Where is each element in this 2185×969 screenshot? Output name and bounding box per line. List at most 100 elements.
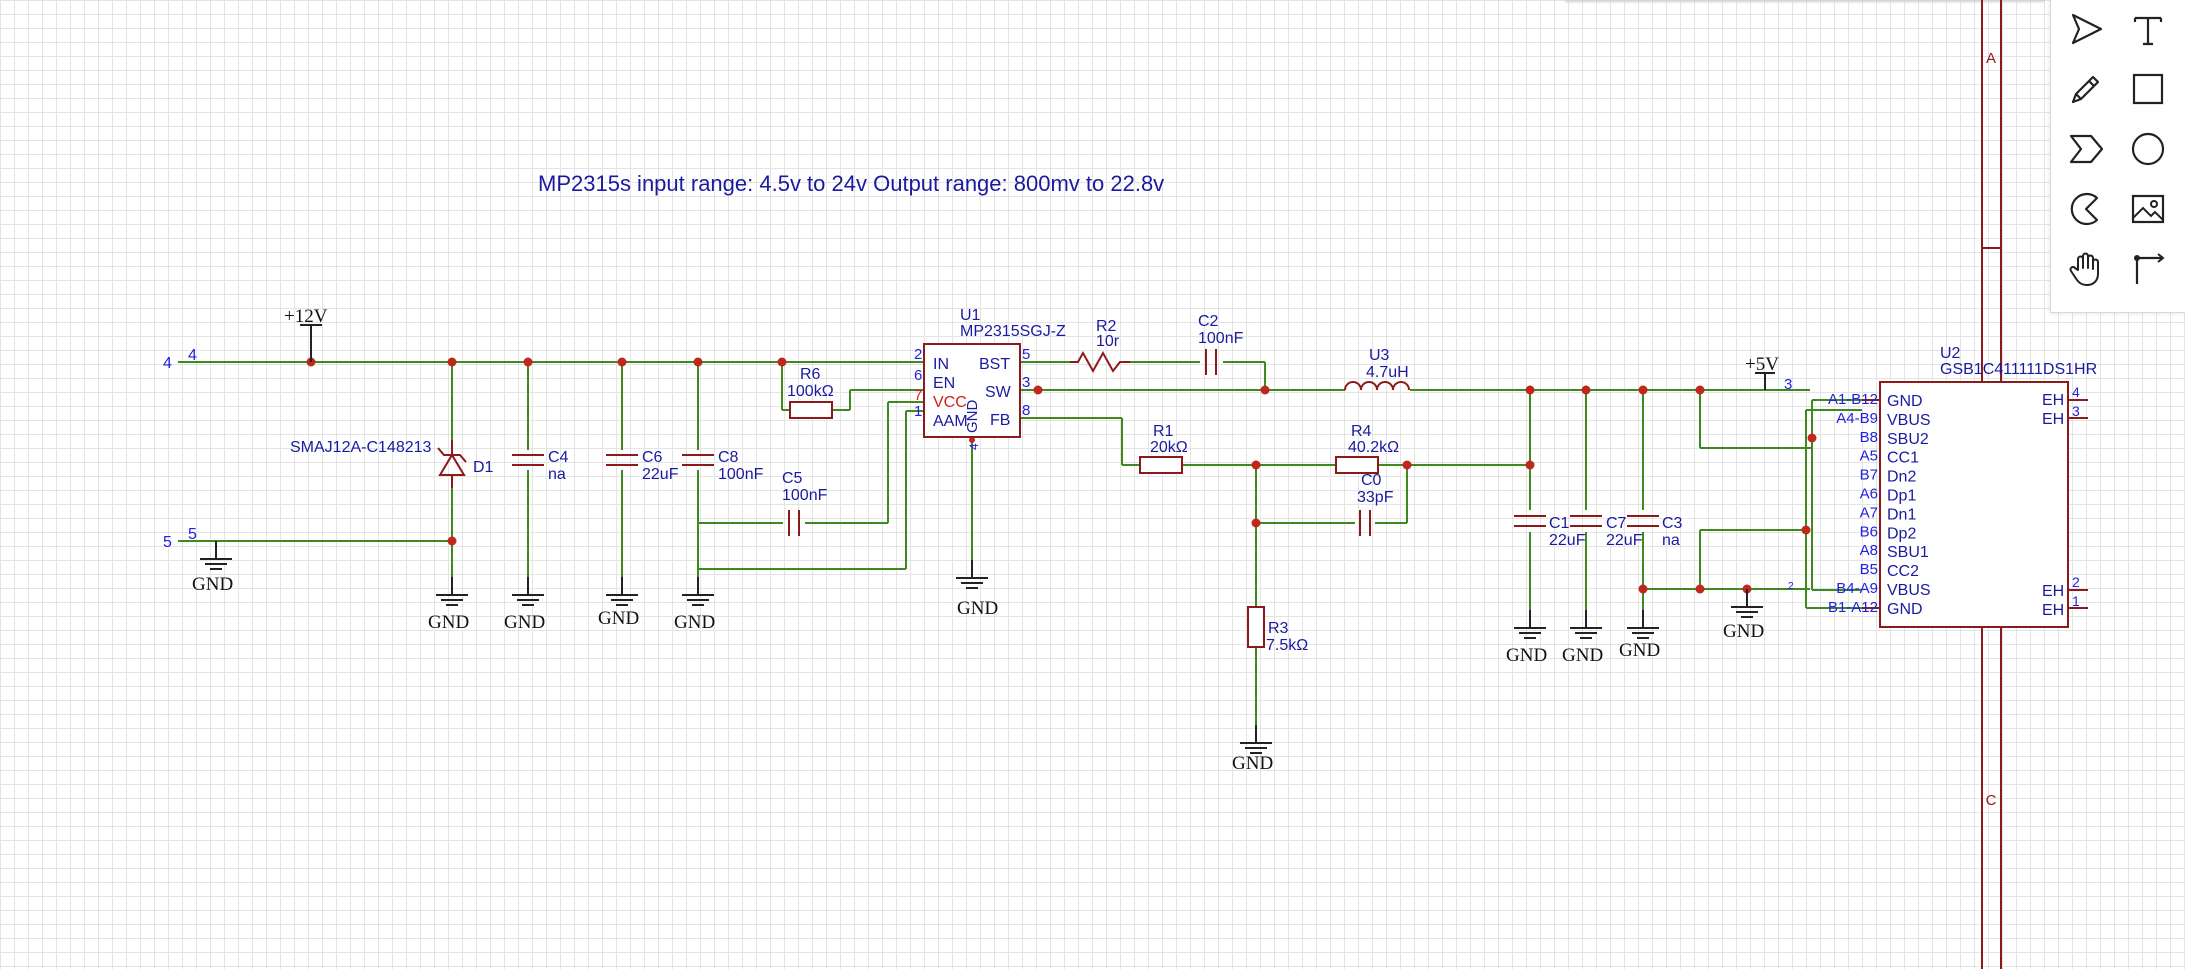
design-note[interactable]: MP2315s input range: 4.5v to 24v Output …	[538, 171, 1164, 196]
u2-eh-1: EH	[2042, 602, 2064, 619]
u2-eh-3-num: 3	[2072, 403, 2080, 419]
hand-icon[interactable]	[2059, 242, 2113, 296]
c8-capacitor	[682, 454, 714, 466]
drawing-toolbar	[2050, 0, 2185, 313]
c1-ref: C1	[1549, 515, 1570, 532]
c4-capacitor	[512, 454, 544, 466]
u2-stub-num: 2	[1788, 581, 1794, 592]
r3-val: 7.5kΩ	[1266, 637, 1308, 654]
u2-eh-1-num: 1	[2072, 593, 2080, 609]
r4-ref: R4	[1351, 423, 1372, 440]
u1-part: MP2315SGJ-Z	[960, 323, 1066, 340]
c1-val: 22uF	[1549, 532, 1586, 549]
junctions	[306, 350, 1817, 594]
l1-ref: U3	[1369, 347, 1390, 364]
u2-pin-num-11: B1-A12	[1828, 599, 1878, 616]
u2-pin-num-8: A8	[1860, 542, 1878, 559]
u1-pin-fb: FB	[990, 412, 1010, 429]
u2-pin-cc1-3: CC1	[1887, 450, 1919, 467]
r2-val: 10r	[1096, 333, 1120, 350]
c2-val: 100nF	[1198, 330, 1244, 347]
port-5[interactable]: 5 5	[163, 526, 197, 551]
r6-ref: R6	[800, 366, 821, 383]
u2-pin-dp2-7: Dp2	[1887, 525, 1916, 542]
gnd-labels: GND GND GND GND GND GND GND GND GND GND …	[192, 574, 1764, 774]
chevron-shape-icon[interactable]	[2059, 122, 2113, 176]
u2-pin-num-5: A6	[1860, 486, 1878, 503]
c6-val: 22uF	[642, 466, 679, 483]
vout-power-flag[interactable]	[1755, 372, 1775, 390]
gnd-c7	[1570, 610, 1602, 639]
resistors[interactable]	[789, 401, 1379, 648]
l1-inductor[interactable]	[1344, 381, 1410, 391]
u2-pin-vbus-1: VBUS	[1887, 412, 1931, 429]
u1-pin-gnd-num: 4	[967, 443, 981, 450]
gnd-label-u1: GND	[957, 598, 998, 619]
c0-ref: C0	[1361, 472, 1382, 489]
u2-pin-sbu2-2: SBU2	[1887, 431, 1929, 448]
port-4[interactable]: 4 4	[163, 347, 197, 372]
pencil-icon[interactable]	[2059, 62, 2113, 116]
c7-val: 22uF	[1606, 532, 1643, 549]
c6-capacitor	[606, 454, 638, 466]
c2-ref: C2	[1198, 313, 1219, 330]
gnd-label-c4: GND	[504, 612, 545, 633]
gnd-r3	[1240, 725, 1272, 754]
c6-ref: C6	[642, 449, 663, 466]
gnd-d1	[436, 577, 468, 606]
c0-capacitor	[1359, 510, 1371, 536]
u2-usbc-connector[interactable]: U2 GSB1C411111DS1HR 2 GND A1-B12 VBUS A4-B9…	[1788, 345, 2097, 628]
gnd-label-c6: GND	[598, 608, 639, 629]
resistor-labels: R6 100kΩ R2 10r R1 20kΩ R4 40.2kΩ R3 7.5…	[787, 318, 1399, 654]
frame-zone-c: C	[1986, 792, 1997, 809]
u2-pin-vbus-10: VBUS	[1887, 582, 1931, 599]
u2-pin-gnd-0: GND	[1887, 393, 1923, 410]
gnd-label-c8: GND	[674, 612, 715, 633]
u1-pin-aam: AAM	[933, 413, 968, 430]
u1-regulator[interactable]: U1 MP2315SGJ-Z 2 6 7 1 IN EN VCC AAM BST…	[914, 307, 1066, 450]
vin-label: +12V	[284, 306, 328, 327]
gnd-port5	[200, 541, 232, 570]
r2-resistor[interactable]	[1070, 350, 1130, 374]
circle-icon[interactable]	[2121, 122, 2175, 176]
u2-pin-num-2: B8	[1860, 429, 1878, 446]
u1-pin-sw-num: 3	[1022, 374, 1030, 391]
gnd-label-d1: GND	[428, 612, 469, 633]
u1-pin-in-num: 2	[914, 346, 922, 363]
u1-pin-vcc: VCC	[933, 394, 967, 411]
u1-pin-bst-num: 5	[1022, 346, 1030, 363]
c7-capacitor	[1570, 515, 1602, 527]
port-5-num: 5	[188, 526, 197, 543]
port-4-num: 4	[188, 347, 197, 364]
capacitors-horizontal[interactable]	[788, 349, 1371, 536]
u2-eh-4: EH	[2042, 392, 2064, 409]
u1-pin-in: IN	[933, 356, 949, 373]
gnd-u2	[1731, 589, 1763, 618]
vin-power-flag[interactable]	[300, 324, 322, 362]
u1-pin-aam-num: 1	[914, 403, 922, 420]
text-icon[interactable]	[2121, 2, 2175, 56]
u2-pin-num-7: B6	[1860, 523, 1878, 540]
u2-pin-num-9: B5	[1860, 561, 1878, 578]
arc-icon[interactable]	[2059, 182, 2113, 236]
c8-ref: C8	[718, 449, 739, 466]
gnd-label-port5: GND	[192, 574, 233, 595]
image-icon[interactable]	[2121, 182, 2175, 236]
r1-resistor	[1139, 456, 1183, 474]
gnd-u1	[956, 560, 988, 589]
gnd-c6	[606, 577, 638, 606]
rectangle-icon[interactable]	[2121, 62, 2175, 116]
gnd-label-u2: GND	[1723, 621, 1764, 642]
schematic-canvas[interactable]: A B C MP2315s input range: 4.5v to 24v O…	[0, 0, 2185, 969]
d1-ref: D1	[473, 459, 494, 476]
l1-val: 4.7uH	[1366, 364, 1409, 381]
c5-capacitor	[788, 510, 800, 536]
gnd-c3	[1627, 610, 1659, 639]
u1-pin-vcc-num: 7	[914, 387, 922, 404]
r6-val: 100kΩ	[787, 383, 834, 400]
polyline-icon[interactable]	[2121, 242, 2175, 296]
d1-tvs-diode[interactable]	[437, 440, 467, 488]
r1-val: 20kΩ	[1150, 439, 1188, 456]
u2-pin-dn1-6: Dn1	[1887, 506, 1916, 523]
select-arrow-icon[interactable]	[2059, 2, 2113, 56]
